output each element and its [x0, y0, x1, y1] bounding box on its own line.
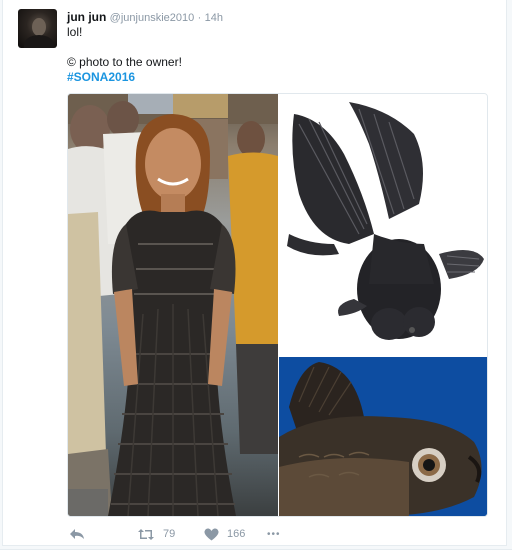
tweet-timestamp[interactable]: 14h	[205, 12, 223, 24]
photo-woman[interactable]	[68, 94, 278, 516]
separator-dot: ·	[197, 12, 202, 24]
retweet-count: 79	[163, 528, 176, 540]
hashtag-link[interactable]: #SONA2016	[67, 70, 135, 84]
more-icon: •••	[267, 528, 281, 540]
avatar-body	[24, 35, 54, 48]
avatar-face	[32, 18, 46, 36]
retweet-icon	[138, 528, 154, 540]
photo-fish-top[interactable]	[279, 94, 487, 356]
reply-icon	[70, 529, 84, 539]
more-button[interactable]: •••	[267, 524, 281, 544]
author-fullname[interactable]: jun jun	[67, 10, 106, 24]
tweet-actions: 79 166 •••	[67, 524, 307, 544]
heart-icon	[204, 527, 219, 540]
photo-woman-graphic	[68, 94, 278, 516]
reply-button[interactable]	[69, 524, 85, 544]
photo-fish-bottom-graphic	[279, 357, 487, 516]
photo-fish-bottom[interactable]	[279, 357, 487, 516]
next-tweet-edge	[0, 549, 512, 556]
photo-fish-top-graphic	[287, 102, 484, 340]
tweet-text-line: lol!	[67, 25, 83, 39]
media-grid[interactable]	[67, 93, 488, 517]
retweet-button[interactable]: 79	[137, 524, 175, 544]
tweet-text-line: © photo to the owner!	[67, 55, 182, 69]
avatar[interactable]	[18, 9, 57, 48]
like-count: 166	[227, 528, 246, 540]
tweet-card[interactable]: jun jun @junjunskie2010 · 14h lol! © pho…	[2, 0, 507, 546]
tweet-header: jun jun @junjunskie2010 · 14h	[67, 10, 223, 24]
author-handle[interactable]: @junjunskie2010	[110, 12, 195, 24]
like-button[interactable]: 166	[204, 524, 245, 544]
